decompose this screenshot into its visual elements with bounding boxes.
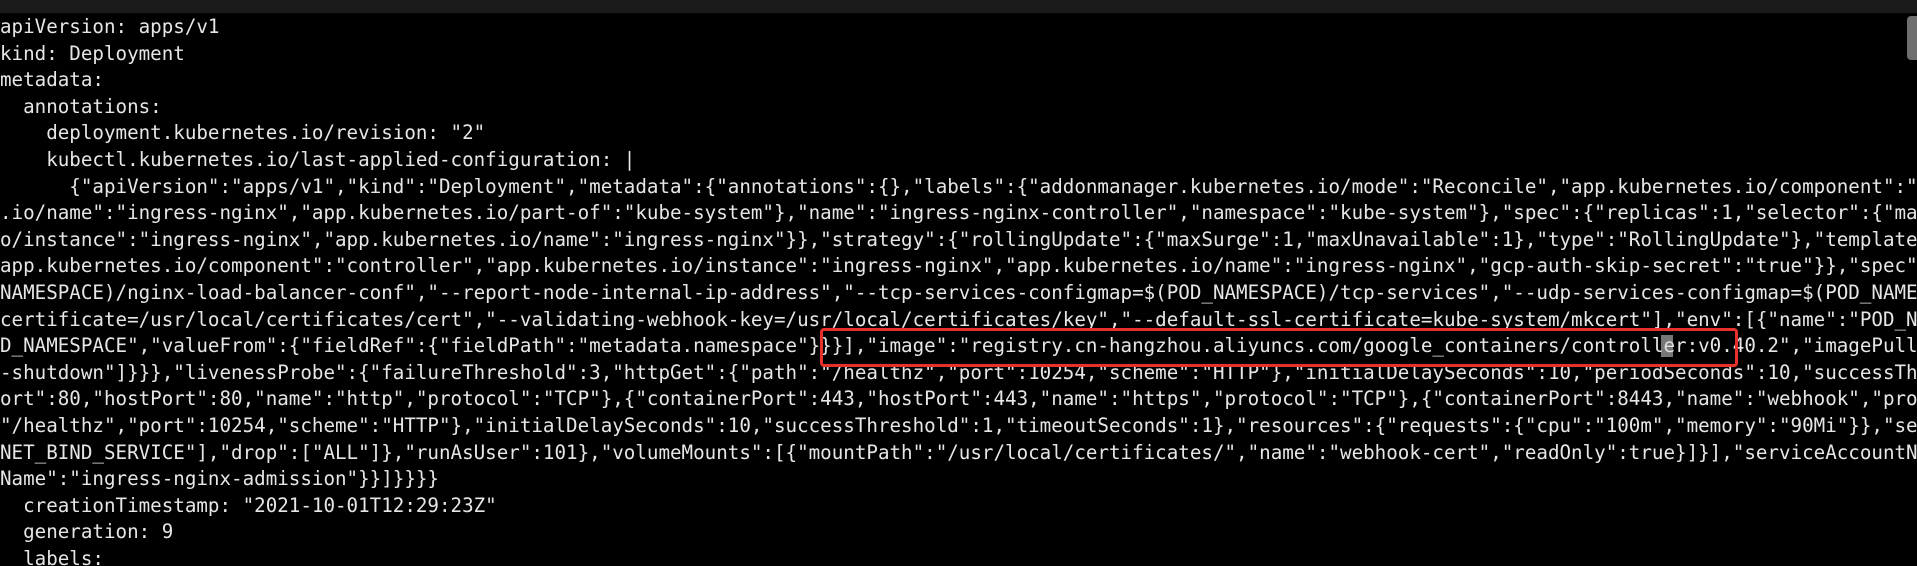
terminal-line: labels: — [0, 546, 104, 566]
terminal-line: app.kubernetes.io/component":"controller… — [0, 254, 1917, 278]
terminal-line: Name":"ingress-nginx-admission"}}]}}}} — [0, 467, 439, 491]
terminal-line: apiVersion: apps/v1 — [0, 15, 220, 38]
terminal-window[interactable]: apiVersion: apps/v1 kind: Deployment met… — [0, 0, 1917, 566]
terminal-line: ort":80,"hostPort":80,"name":"http","pro… — [0, 387, 1917, 411]
terminal-line: metadata: — [0, 68, 104, 92]
terminal-line: kind: Deployment — [0, 41, 185, 65]
terminal-line: {"apiVersion":"apps/v1","kind":"Deployme… — [0, 174, 1917, 198]
terminal-line: kubectl.kubernetes.io/last-applied-confi… — [0, 147, 636, 171]
text-cursor — [1661, 335, 1673, 357]
terminal-line: creationTimestamp: "2021-10-01T12:29:23Z… — [0, 493, 497, 517]
terminal-line: NET_BIND_SERVICE"],"drop":["ALL"]},"runA… — [0, 440, 1917, 464]
terminal-line-image: D_NAMESPACE","valueFrom":{"fieldRef":{"f… — [0, 334, 1917, 358]
terminal-line: NAMESPACE)/nginx-load-balancer-conf","--… — [0, 280, 1917, 304]
terminal-line: .io/name":"ingress-nginx","app.kubernete… — [0, 201, 1917, 225]
terminal-line: o/instance":"ingress-nginx","app.kuberne… — [0, 227, 1917, 251]
terminal-line: -shutdown"]}}},"livenessProbe":{"failure… — [0, 360, 1917, 384]
terminal-output: apiVersion: apps/v1 kind: Deployment met… — [0, 14, 1917, 566]
scrollbar-thumb[interactable] — [1907, 16, 1917, 60]
terminal-line: deployment.kubernetes.io/revision: "2" — [0, 121, 486, 145]
terminal-line: "/healthz","port":10254,"scheme":"HTTP"}… — [0, 413, 1917, 437]
terminal-line: annotations: — [0, 94, 162, 118]
terminal-title-bar — [0, 0, 1917, 13]
terminal-line: generation: 9 — [0, 520, 174, 544]
terminal-line: certificate=/usr/local/certificates/cert… — [0, 307, 1917, 331]
